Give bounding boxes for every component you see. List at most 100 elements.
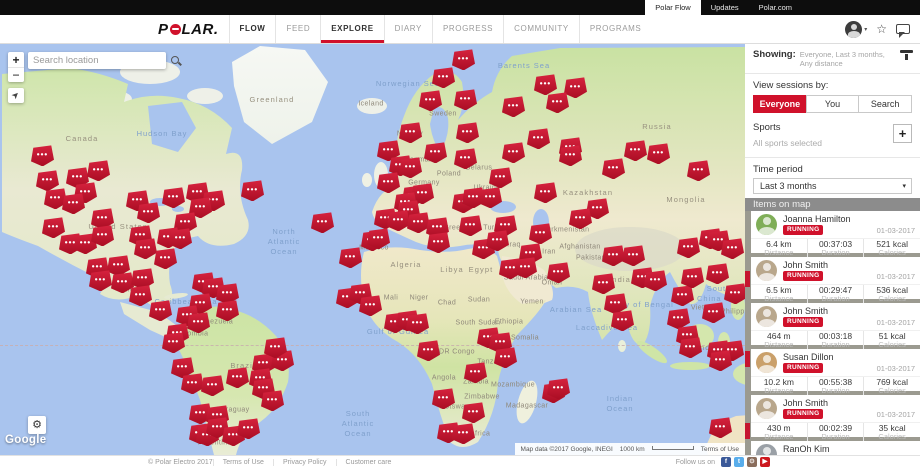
cluster-dots-icon: •••	[592, 204, 603, 212]
cluster-dots-icon: •••	[492, 236, 503, 244]
topbar-tab-polar-com[interactable]: Polar.com	[749, 0, 802, 15]
cluster-dots-icon: •••	[345, 253, 356, 261]
footer-link-customer-care[interactable]: Customer care	[336, 459, 401, 466]
cluster-dots-icon: •••	[553, 384, 564, 392]
cluster-dots-icon: •••	[187, 379, 198, 387]
cluster-dots-icon: •••	[65, 239, 76, 247]
time-period-label: Time period	[753, 164, 912, 175]
map-marker-sliver	[745, 271, 750, 287]
view-by-everyone-button[interactable]: Everyone	[753, 95, 807, 113]
cluster-dots-icon: •••	[713, 236, 724, 244]
cluster-dots-icon: •••	[730, 289, 741, 297]
twitter-icon[interactable]: t	[734, 457, 744, 467]
nav-item-diary[interactable]: DIARY	[384, 15, 432, 43]
copyright-text: © Polar Electro 2017	[148, 459, 213, 466]
zoom-out-button[interactable]: −	[8, 67, 24, 82]
avatar	[756, 398, 777, 419]
avatar	[756, 352, 777, 373]
polar-logo[interactable]: P LAR.	[158, 15, 219, 43]
cluster-dots-icon: •••	[685, 343, 696, 351]
nav-item-explore[interactable]: EXPLORE	[320, 15, 383, 43]
session-stats: 430 mDistance00:02:39Duration35 kcalCalo…	[751, 422, 920, 441]
footer-links: Terms of UsePrivacy PolicyCustomer care	[213, 459, 401, 466]
search-icon[interactable]	[170, 55, 182, 67]
cluster-dots-icon: •••	[468, 408, 479, 416]
cluster-dots-icon: •••	[317, 218, 328, 226]
cluster-dots-icon: •••	[193, 318, 204, 326]
session-stats: 10.2 kmDistance00:55:38Duration769 kcalC…	[751, 376, 920, 395]
session-card[interactable]: John SmithRUNNING01-03-20176.5 kmDistanc…	[751, 257, 920, 299]
zoom-in-button[interactable]: +	[8, 52, 24, 67]
polar-flow-explore-page: Polar FlowUpdatesPolar.com P LAR. FLOWFE…	[0, 0, 920, 468]
stat-calories: 35 kcalCalories	[863, 423, 920, 441]
stat-distance: 10.2 kmDistance	[751, 377, 807, 395]
cluster-dots-icon: •••	[458, 429, 469, 437]
cluster-dots-icon: •••	[423, 346, 434, 354]
my-location-button[interactable]: ➤	[8, 88, 24, 103]
cluster-dots-icon: •••	[208, 283, 219, 291]
page-footer: © Polar Electro 2017 Terms of UsePrivacy…	[0, 455, 920, 468]
search-input[interactable]	[28, 55, 170, 66]
user-menu[interactable]: ▾	[845, 21, 867, 38]
time-period-select[interactable]: Last 3 months ▾	[753, 178, 912, 194]
cluster-dots-icon: •••	[68, 199, 79, 207]
session-user-name: John Smith	[783, 257, 920, 270]
feedback-bubble-icon[interactable]	[896, 24, 910, 34]
filter-icon[interactable]	[900, 49, 913, 61]
facebook-icon[interactable]: f	[721, 457, 731, 467]
cluster-dots-icon: •••	[533, 134, 544, 142]
add-sport-button[interactable]: +	[893, 124, 912, 143]
instagram-icon[interactable]: ⊙	[747, 457, 757, 467]
sport-badge: RUNNING	[783, 225, 823, 234]
topbar-tab-updates[interactable]: Updates	[701, 0, 749, 15]
nav-item-flow[interactable]: FLOW	[229, 15, 276, 43]
cluster-dots-icon: •••	[677, 291, 688, 299]
map-zoom-controls: + −	[8, 52, 24, 82]
session-date: 01-03-2017	[877, 364, 915, 373]
cluster-dots-icon: •••	[500, 353, 511, 361]
view-sessions-label: View sessions by:	[753, 80, 912, 91]
stat-distance: 430 mDistance	[751, 423, 807, 441]
view-by-you-button[interactable]: You	[806, 95, 860, 113]
divider	[745, 157, 920, 158]
nav-right-icons: ▾ ☆	[845, 15, 920, 43]
session-meta-row: RUNNING01-03-2017	[783, 271, 915, 281]
nav-item-programs[interactable]: PROGRAMS	[579, 15, 651, 43]
session-card[interactable]: Susan DillonRUNNING01-03-201710.2 kmDist…	[751, 349, 920, 391]
cluster-dots-icon: •••	[565, 151, 576, 159]
session-card[interactable]: John SmithRUNNING01-03-2017464 mDistance…	[751, 303, 920, 345]
footer-link-privacy-policy[interactable]: Privacy Policy	[273, 459, 336, 466]
social-icons: ft⊙▶	[721, 457, 770, 467]
sessions-list: Joanna HamiltonRUNNING01-03-20176.4 kmDi…	[745, 211, 920, 455]
follow-us-label: Follow us on	[676, 459, 715, 466]
session-card[interactable]: John SmithRUNNING01-03-2017430 mDistance…	[751, 395, 920, 437]
footer-link-terms-of-use[interactable]: Terms of Use	[213, 459, 273, 466]
cluster-dots-icon: •••	[598, 279, 609, 287]
cluster-dots-icon: •••	[135, 291, 146, 299]
session-card[interactable]: RanOh Kim	[751, 441, 920, 455]
favorites-star-icon[interactable]: ☆	[876, 23, 887, 35]
view-sessions-buttons: EveryoneYouSearch	[753, 95, 912, 113]
cluster-dots-icon: •••	[570, 83, 581, 91]
cluster-dots-icon: •••	[195, 299, 206, 307]
cluster-dots-icon: •••	[207, 381, 218, 389]
cluster-dots-icon: •••	[525, 249, 536, 257]
view-by-search-button[interactable]: Search	[858, 95, 912, 113]
cluster-dots-icon: •••	[468, 193, 479, 201]
stat-label: Calories	[864, 387, 920, 395]
nav-item-progress[interactable]: PROGRESS	[432, 15, 503, 43]
cluster-dots-icon: •••	[95, 276, 106, 284]
avatar[interactable]	[845, 21, 862, 38]
stat-duration: 00:03:18Duration	[807, 331, 864, 349]
cluster-dots-icon: •••	[495, 338, 506, 346]
topbar-tab-polar-flow[interactable]: Polar Flow	[645, 0, 700, 15]
nav-item-feed[interactable]: FEED	[275, 15, 320, 43]
youtube-icon[interactable]: ▶	[760, 457, 770, 467]
cluster-dots-icon: •••	[553, 268, 564, 276]
map-settings-button[interactable]: ⚙	[28, 416, 46, 434]
nav-item-community[interactable]: COMMUNITY	[503, 15, 579, 43]
session-card[interactable]: Joanna HamiltonRUNNING01-03-20176.4 kmDi…	[751, 211, 920, 253]
cluster-dots-icon: •••	[465, 221, 476, 229]
cluster-dots-icon: •••	[470, 368, 481, 376]
map-terms-link[interactable]: Terms of Use	[701, 446, 739, 453]
